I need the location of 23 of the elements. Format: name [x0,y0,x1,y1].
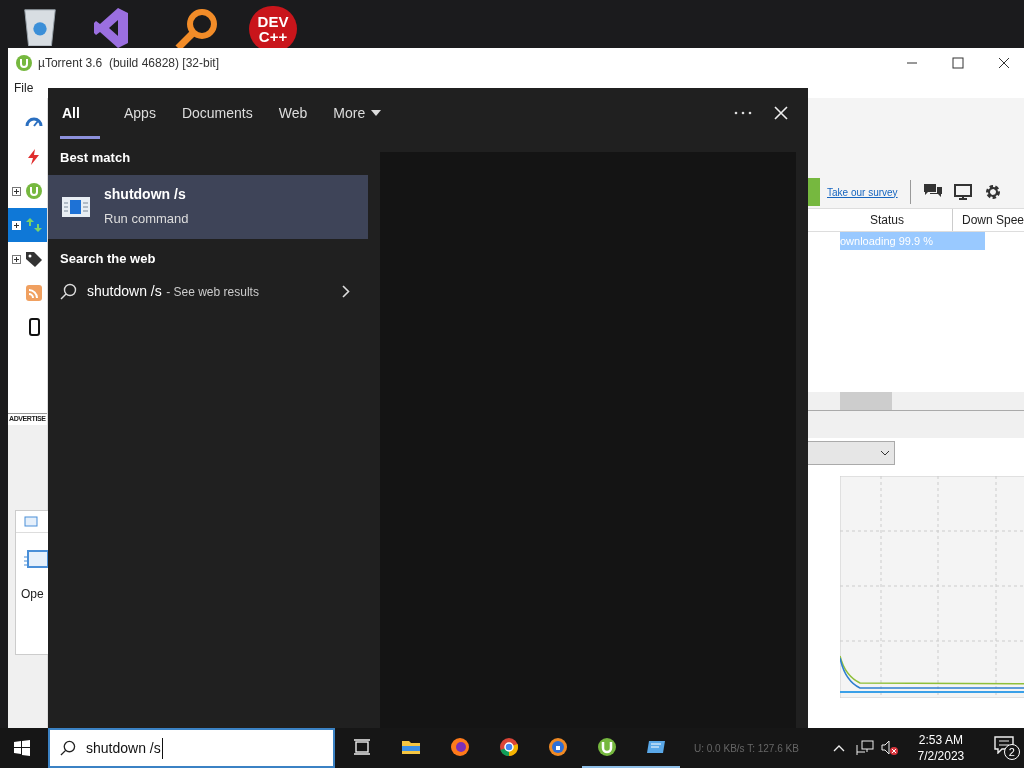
tab[interactable]: Web [265,100,321,139]
web-result-text: shutdown /s - See web results [87,282,259,301]
menu-item[interactable]: File [14,79,34,97]
section-heading: Best match [59,149,132,167]
window-title: µTorrent 3.6 (build 46828) [32-bit] [38,55,219,72]
tab[interactable]: More [320,100,395,139]
section-heading: Search the web [59,249,157,268]
table-cell: ownloading 99.9 % [840,232,985,250]
status-text: U: 0.0 KB/s T: 127.6 KB [694,741,799,756]
column-header[interactable]: Status [870,211,905,229]
clock[interactable]: 2:53 AM 7/2/2023 [910,732,971,764]
column-header[interactable]: Down Spee [953,211,1024,229]
tab[interactable]: Documents [168,100,266,139]
best-match-item[interactable]: shutdown /s Run command [48,174,368,239]
tab[interactable]: Apps [111,100,169,139]
tab[interactable]: All [60,100,111,139]
result-subtitle: Run command [104,210,189,229]
web-result-item[interactable]: shutdown /s - See web results [48,280,368,302]
notification-badge: 2 [1003,744,1020,760]
popup-text: Ope [21,586,45,603]
survey-link[interactable]: Take our survey [827,184,898,200]
result-title: shutdown /s [104,185,187,205]
search-field[interactable]: shutdown /s [48,728,335,768]
